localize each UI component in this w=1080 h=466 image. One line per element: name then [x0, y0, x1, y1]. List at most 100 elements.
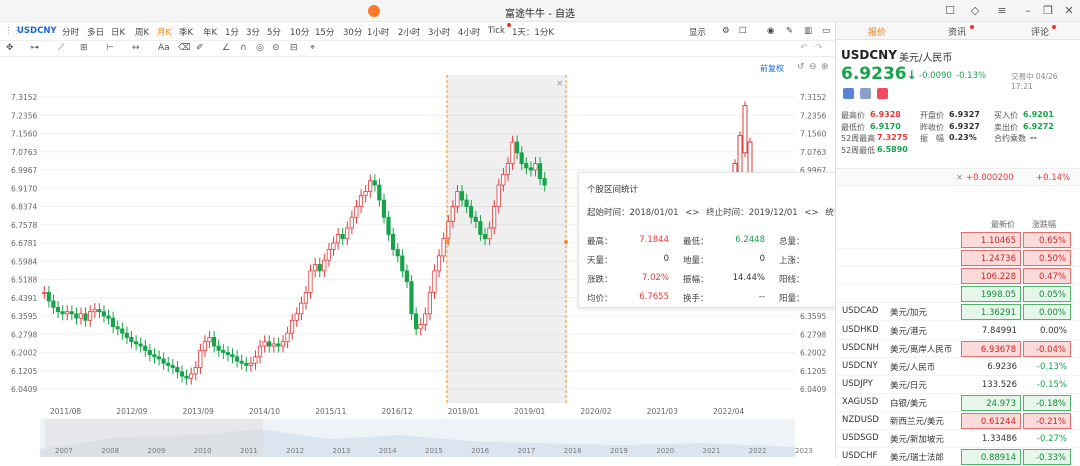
- start-value[interactable]: 2018/01/01: [630, 208, 679, 218]
- watchlist-code: USDCAD: [842, 306, 879, 317]
- watchlist-row[interactable]: 1.10465 0.65%: [836, 231, 1080, 249]
- popup-stat-value: 7.02%: [641, 273, 669, 283]
- redo-icon[interactable]: ↷: [815, 43, 823, 53]
- dock-icon[interactable]: ▭: [822, 26, 830, 36]
- end-stepper-icon[interactable]: <>: [804, 208, 818, 218]
- tab-news[interactable]: 资讯: [948, 25, 966, 38]
- cursor-icon[interactable]: ⌖: [310, 43, 315, 53]
- watchlist-row[interactable]: USDCNH 美元/离岸人民币 6.93678 -0.04%: [836, 340, 1080, 358]
- col-price-header[interactable]: 最新价: [991, 219, 1015, 230]
- crosshair-icon[interactable]: ✥: [6, 43, 14, 53]
- settings-icon[interactable]: ⚙: [722, 26, 730, 36]
- display-menu[interactable]: 显示: [689, 26, 706, 38]
- visible-icon[interactable]: ◎: [256, 43, 264, 53]
- reset-icon[interactable]: ↺: [797, 62, 805, 72]
- period-tab[interactable]: 10分: [290, 26, 309, 38]
- period-tab[interactable]: 3小时: [428, 26, 450, 38]
- context-row: × +0.000200 +0.14%: [836, 168, 1080, 186]
- zoom-in-icon[interactable]: ⊕: [821, 62, 829, 72]
- watchlist-name: 美元/新加坡元: [890, 435, 944, 446]
- period-tab[interactable]: 2小时: [398, 26, 420, 38]
- watchlist-price: 0.61244: [961, 413, 1021, 429]
- favorite-icon[interactable]: [877, 88, 888, 99]
- period-tab[interactable]: 3分: [246, 26, 260, 38]
- end-value[interactable]: 2019/12/01: [749, 208, 798, 218]
- watchlist-row[interactable]: 1998.05 0.05%: [836, 285, 1080, 304]
- skin-icon[interactable]: ☐: [942, 3, 958, 19]
- arrow-tool-icon[interactable]: ↔: [132, 43, 140, 53]
- quote-stat-label: 52周最高: [841, 134, 876, 143]
- undo-icon[interactable]: ↶: [800, 43, 808, 53]
- hline-tool-icon[interactable]: ⊞: [80, 43, 88, 53]
- candle-body: [427, 291, 432, 315]
- delete-icon[interactable]: ⊟: [290, 43, 298, 53]
- selection-close-icon[interactable]: ×: [556, 79, 564, 89]
- popup-stat-label: 涨跌：: [587, 275, 613, 285]
- period-tab[interactable]: 4小时: [458, 26, 480, 38]
- candle-body: [335, 234, 341, 244]
- x-tick-label: 2013/09: [183, 407, 214, 416]
- watchlist-row[interactable]: NZDUSD 新西兰元/美元 0.61244 -0.21%: [836, 412, 1080, 430]
- pencil-icon[interactable]: ✎: [786, 26, 793, 36]
- calendar-icon[interactable]: [843, 88, 854, 99]
- period-tab[interactable]: 多日: [87, 26, 104, 38]
- context-close-icon[interactable]: ×: [956, 173, 963, 183]
- col-change-header[interactable]: 涨跌幅: [1032, 219, 1056, 230]
- line-tool-icon[interactable]: ⊶: [30, 43, 39, 53]
- lock-icon[interactable]: ⊝: [272, 43, 280, 53]
- period-tab[interactable]: 15分: [315, 26, 334, 38]
- eraser-icon[interactable]: ⌫: [178, 43, 191, 53]
- watchlist-row[interactable]: 1.24736 0.50%: [836, 249, 1080, 268]
- tab-comments[interactable]: 评论: [1031, 25, 1049, 38]
- minimize-icon[interactable]: –: [1020, 3, 1036, 19]
- watchlist-row[interactable]: USDCAD 美元/加元 1.36291 0.00%: [836, 303, 1080, 322]
- period-tab[interactable]: 30分: [343, 26, 362, 38]
- magnet-icon[interactable]: ∩: [240, 43, 247, 53]
- ray-tool-icon[interactable]: ⟋: [58, 43, 64, 53]
- watchlist-row[interactable]: USDHKD 美元/港元 7.84991 0.00%: [836, 322, 1080, 340]
- period-tab[interactable]: 日K: [111, 26, 125, 38]
- shirt-icon[interactable]: ◇: [967, 3, 983, 19]
- watchlist-row[interactable]: USDJPY 美元/日元 133.526 -0.15%: [836, 376, 1080, 394]
- period-tab[interactable]: 1分: [225, 26, 239, 38]
- watchlist-row[interactable]: 106.228 0.47%: [836, 267, 1080, 286]
- watchlist-row[interactable]: USDCHF 美元/瑞士法郎 0.88914 -0.33%: [836, 448, 1080, 466]
- ruler-icon[interactable]: ∠: [222, 43, 230, 53]
- period-tab[interactable]: 季K: [179, 26, 193, 38]
- checkbox-icon[interactable]: ☐: [739, 26, 747, 36]
- watchlist-row[interactable]: USDSGD 美元/新加坡元 1.33486 -0.27%: [836, 430, 1080, 449]
- selection-range[interactable]: [447, 75, 566, 403]
- period-tab[interactable]: 5分: [267, 26, 281, 38]
- candle-body: [253, 356, 258, 364]
- maximize-icon[interactable]: ❐: [1040, 3, 1056, 19]
- watchlist-row[interactable]: USDCNY 美元/人民币 6.9236 -0.13%: [836, 358, 1080, 376]
- brush-icon[interactable]: ✐: [196, 43, 204, 53]
- period-tab[interactable]: 周K: [135, 26, 149, 38]
- symbol-label[interactable]: USDCNY: [17, 26, 57, 36]
- tab-quote[interactable]: 报价: [868, 25, 886, 38]
- watchlist-row[interactable]: XAGUSD 白银/美元 24.973 -0.18%: [836, 394, 1080, 412]
- camera-icon[interactable]: ◉: [767, 26, 774, 36]
- period-tab[interactable]: 月K: [157, 26, 171, 38]
- channel-tool-icon[interactable]: ⊢: [106, 43, 114, 53]
- close-icon[interactable]: ✕: [1061, 3, 1077, 19]
- y-tick-label: 7.3152: [11, 93, 37, 102]
- start-stepper-icon[interactable]: <>: [685, 208, 699, 218]
- candle-body: [381, 199, 387, 218]
- interval-select[interactable]: 1天：1分K: [512, 26, 554, 38]
- y-tick-label-right: 6.3595: [800, 312, 826, 321]
- candle-body: [244, 362, 249, 366]
- book-icon[interactable]: [860, 88, 871, 99]
- text-tool-icon[interactable]: Aa: [158, 43, 170, 53]
- menu-icon[interactable]: ≡: [994, 3, 1010, 19]
- period-tab[interactable]: 分时: [62, 26, 79, 38]
- zoom-out-icon[interactable]: ⊖: [809, 62, 817, 72]
- candle-body: [42, 291, 47, 294]
- y-tick-label: 6.5188: [11, 276, 37, 285]
- layout-icon[interactable]: ▥: [804, 26, 812, 36]
- period-tab[interactable]: 年K: [203, 26, 217, 38]
- adjust-label[interactable]: 前复权: [760, 63, 784, 74]
- period-tab[interactable]: Tick: [488, 26, 505, 36]
- popup-stat-value: --: [758, 292, 765, 302]
- period-tab[interactable]: 1小时: [367, 26, 389, 38]
